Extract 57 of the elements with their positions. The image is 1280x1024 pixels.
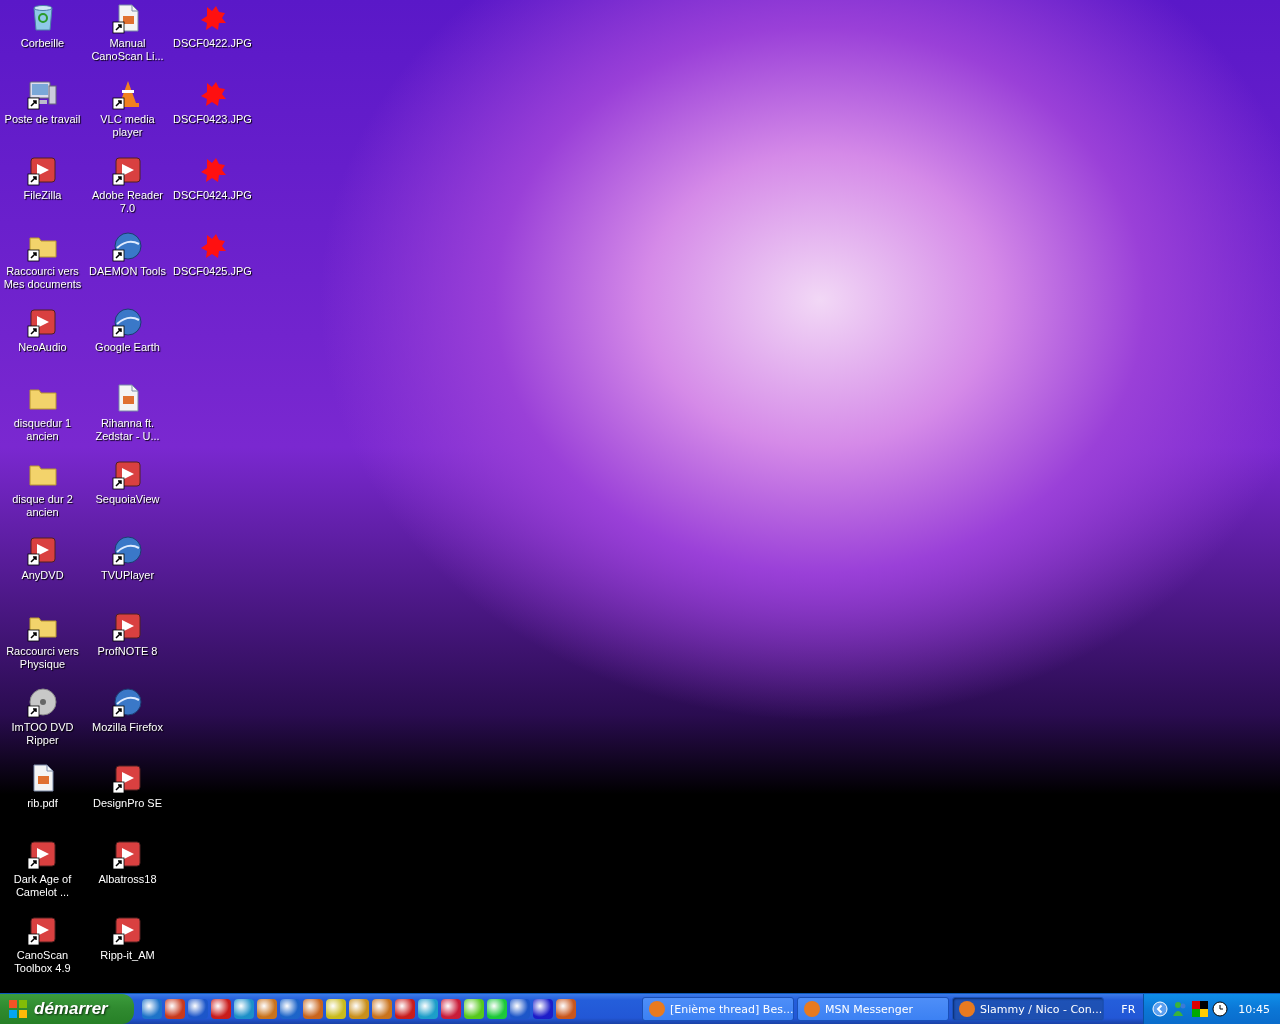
icon-label[interactable]: Adobe Reader 7.0 bbox=[86, 189, 169, 215]
icon-label[interactable]: DSCF0423.JPG bbox=[171, 113, 254, 126]
icon-label[interactable]: Dark Age of Camelot ... bbox=[1, 873, 84, 899]
quick-launch-icon[interactable] bbox=[326, 999, 346, 1019]
quick-launch-icon[interactable] bbox=[372, 999, 392, 1019]
clock[interactable]: 10:45 bbox=[1238, 1002, 1270, 1016]
quick-launch-icon[interactable] bbox=[257, 999, 277, 1019]
icon-label[interactable]: Manual CanoScan Li... bbox=[86, 37, 169, 63]
icon-label[interactable]: Raccourci vers Physique bbox=[1, 645, 84, 671]
quick-launch-icon[interactable] bbox=[533, 999, 553, 1019]
icon-label[interactable]: DAEMON Tools bbox=[86, 265, 169, 278]
taskbar-button[interactable]: Slammy / Nico - Con... bbox=[952, 997, 1104, 1021]
icon-label[interactable]: DSCF0424.JPG bbox=[171, 189, 254, 202]
quick-launch-icon[interactable] bbox=[441, 999, 461, 1019]
icon-label[interactable]: DesignPro SE bbox=[86, 797, 169, 810]
language-indicator[interactable]: FR bbox=[1113, 1002, 1144, 1016]
quick-launch-icon[interactable] bbox=[349, 999, 369, 1019]
icon-label[interactable]: DSCF0425.JPG bbox=[171, 265, 254, 278]
chevron-icon[interactable] bbox=[1152, 1001, 1169, 1017]
icon-label[interactable]: TVUPlayer bbox=[86, 569, 169, 582]
quick-launch-icon[interactable] bbox=[556, 999, 576, 1019]
icon-label[interactable]: SequoiaView bbox=[86, 493, 169, 506]
quick-launch-icon[interactable] bbox=[464, 999, 484, 1019]
quick-launch-icon[interactable] bbox=[280, 999, 300, 1019]
quick-launch-icon[interactable] bbox=[165, 999, 185, 1019]
icon-label[interactable]: Albatross18 bbox=[86, 873, 169, 886]
icon-label[interactable]: rib.pdf bbox=[1, 797, 84, 810]
quick-launch-icon[interactable] bbox=[234, 999, 254, 1019]
quick-launch-icon[interactable] bbox=[510, 999, 530, 1019]
icon-label[interactable]: FileZilla bbox=[1, 189, 84, 202]
icon-label[interactable]: VLC media player bbox=[86, 113, 169, 139]
icon-label[interactable]: disquedur 1 ancien bbox=[1, 417, 84, 443]
icon-label[interactable]: Corbeille bbox=[1, 37, 84, 50]
icon-label[interactable]: Ripp-it_AM bbox=[86, 949, 169, 962]
quick-launch-icon[interactable] bbox=[418, 999, 438, 1019]
quick-launch-icon[interactable] bbox=[142, 999, 162, 1019]
windows-logo-icon bbox=[8, 999, 28, 1019]
icon-label[interactable]: Mozilla Firefox bbox=[86, 721, 169, 734]
flag-icon[interactable] bbox=[1192, 1001, 1209, 1017]
quick-launch-icon[interactable] bbox=[487, 999, 507, 1019]
icon-label[interactable]: Poste de travail bbox=[1, 113, 84, 126]
icon-label[interactable]: Raccourci vers Mes documents bbox=[1, 265, 84, 291]
icon-label[interactable]: ImTOO DVD Ripper bbox=[1, 721, 84, 747]
icon-label[interactable]: Rihanna ft. Zedstar - U... bbox=[86, 417, 169, 443]
quick-launch-icon[interactable] bbox=[188, 999, 208, 1019]
icon-label[interactable]: ProfNOTE 8 bbox=[86, 645, 169, 658]
quick-launch-icon[interactable] bbox=[395, 999, 415, 1019]
icon-label[interactable]: DSCF0422.JPG bbox=[171, 37, 254, 50]
start-button[interactable]: démarrer bbox=[0, 994, 134, 1024]
quick-launch-icon[interactable] bbox=[303, 999, 323, 1019]
icon-label[interactable]: disque dur 2 ancien bbox=[1, 493, 84, 519]
icon-label[interactable]: AnyDVD bbox=[1, 569, 84, 582]
icon-label[interactable]: NeoAudio bbox=[1, 341, 84, 354]
clock-face-icon[interactable] bbox=[1212, 1001, 1229, 1017]
quick-launch-icon[interactable] bbox=[211, 999, 231, 1019]
icon-label[interactable]: CanoScan Toolbox 4.9 bbox=[1, 949, 84, 975]
icon-label[interactable]: Google Earth bbox=[86, 341, 169, 354]
